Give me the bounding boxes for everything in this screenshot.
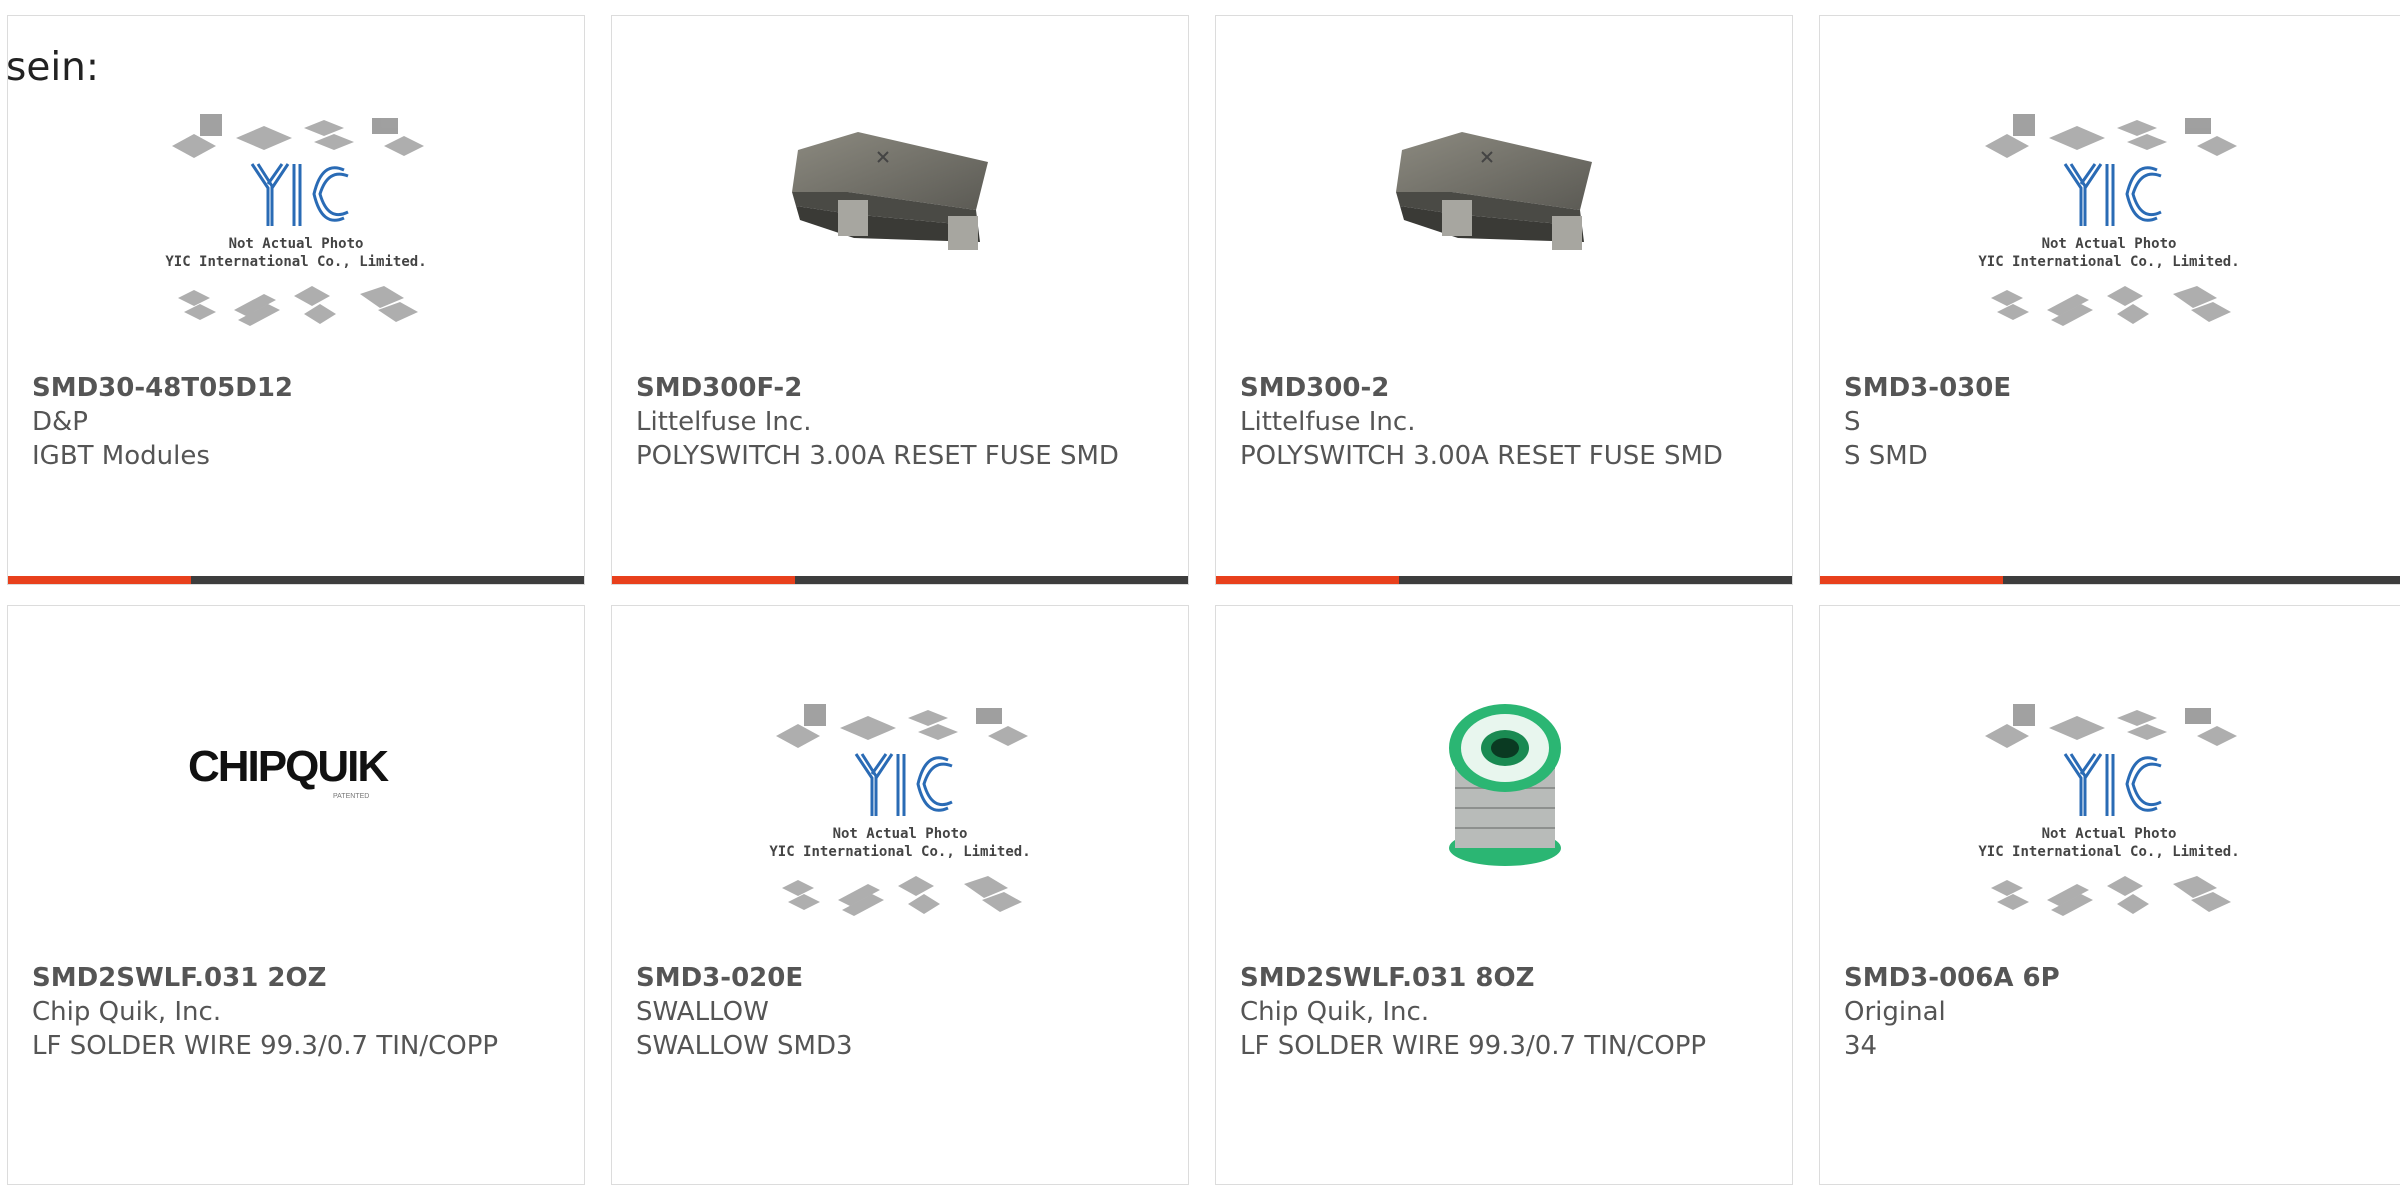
yic-placeholder-icon: Not Actual Photo YIC International Co., … (165, 114, 427, 326)
lead-text: sein: (6, 45, 100, 90)
product-card[interactable]: CHIPQUIK PATENTED SMD2SWLF.031 2OZ Chip … (7, 605, 585, 1185)
svg-text:Not Actual Photo: Not Actual Photo (229, 236, 364, 252)
part-number[interactable]: SMD3-006A 6P (1844, 961, 2394, 995)
part-number[interactable]: SMD2SWLF.031 2OZ (32, 961, 560, 995)
product-image[interactable] (1216, 16, 1792, 356)
card-bar (612, 576, 1188, 584)
product-image[interactable]: Not Actual Photo YIC International Co., … (1820, 606, 2400, 946)
description: 34 (1844, 1031, 1878, 1061)
manufacturer: SWALLOW (636, 997, 769, 1027)
description: LF SOLDER WIRE 99.3/0.7 TIN/COPP (1240, 1031, 1707, 1061)
svg-text:PATENTED: PATENTED (333, 793, 369, 800)
svg-text:YIC International Co., Limited: YIC International Co., Limited. (769, 844, 1030, 860)
product-image[interactable]: Not Actual Photo YIC International Co., … (612, 606, 1188, 946)
manufacturer: S (1844, 407, 1861, 437)
yic-placeholder-icon: Not Actual Photo YIC International Co., … (769, 704, 1031, 916)
svg-text:YIC International Co., Limited: YIC International Co., Limited. (1978, 254, 2239, 270)
chipquik-logo: CHIPQUIK PATENTED (188, 742, 391, 800)
product-card[interactable]: SMD2SWLF.031 8OZ Chip Quik, Inc. LF SOLD… (1215, 605, 1793, 1185)
product-card[interactable]: Not Actual Photo YIC International Co., … (1819, 15, 2400, 585)
svg-text:Not Actual Photo: Not Actual Photo (2042, 826, 2177, 842)
description: SWALLOW SMD3 (636, 1031, 853, 1061)
svg-text:Not Actual Photo: Not Actual Photo (2042, 236, 2177, 252)
svg-text:YIC International Co., Limited: YIC International Co., Limited. (1978, 844, 2239, 860)
part-number[interactable]: SMD2SWLF.031 8OZ (1240, 961, 1768, 995)
product-card[interactable]: Not Actual Photo YIC International Co., … (7, 15, 585, 585)
part-number[interactable]: SMD300-2 (1240, 371, 1768, 405)
manufacturer: Chip Quik, Inc. (1240, 997, 1430, 1027)
part-number[interactable]: SMD30-48T05D12 (32, 371, 560, 405)
card-bar (1820, 576, 2400, 584)
svg-text:YIC International Co., Limited: YIC International Co., Limited. (165, 254, 426, 270)
card-bar (1216, 576, 1792, 584)
product-image[interactable] (612, 16, 1188, 356)
description: LF SOLDER WIRE 99.3/0.7 TIN/COPP (32, 1031, 499, 1061)
card-bar (8, 576, 584, 584)
product-card[interactable]: Not Actual Photo YIC International Co., … (1819, 605, 2400, 1185)
manufacturer: Littelfuse Inc. (1240, 407, 1416, 437)
product-image[interactable]: CHIPQUIK PATENTED (8, 606, 584, 946)
svg-text:CHIPQUIK: CHIPQUIK (188, 742, 389, 791)
product-card[interactable]: SMD300F-2 Littelfuse Inc. POLYSWITCH 3.0… (611, 15, 1189, 585)
part-number[interactable]: SMD3-030E (1844, 371, 2394, 405)
product-image[interactable] (1216, 606, 1792, 946)
description: POLYSWITCH 3.00A RESET FUSE SMD (1240, 441, 1723, 471)
part-number[interactable]: SMD3-020E (636, 961, 1164, 995)
product-image[interactable]: Not Actual Photo YIC International Co., … (1820, 16, 2400, 356)
product-card[interactable]: Not Actual Photo YIC International Co., … (611, 605, 1189, 1185)
manufacturer: D&P (32, 407, 88, 437)
fuse-chip-icon (792, 132, 988, 250)
solder-spool-icon (1449, 704, 1561, 866)
svg-text:Not Actual Photo: Not Actual Photo (833, 826, 968, 842)
yic-placeholder-icon: Not Actual Photo YIC International Co., … (1978, 704, 2240, 916)
description: S SMD (1844, 441, 1928, 471)
product-card[interactable]: SMD300-2 Littelfuse Inc. POLYSWITCH 3.00… (1215, 15, 1793, 585)
manufacturer: Original (1844, 997, 1946, 1027)
manufacturer: Chip Quik, Inc. (32, 997, 222, 1027)
manufacturer: Littelfuse Inc. (636, 407, 812, 437)
yic-placeholder-icon: Not Actual Photo YIC International Co., … (1978, 114, 2240, 326)
part-number[interactable]: SMD300F-2 (636, 371, 1164, 405)
fuse-chip-icon (1396, 132, 1592, 250)
description: IGBT Modules (32, 441, 210, 471)
description: POLYSWITCH 3.00A RESET FUSE SMD (636, 441, 1119, 471)
